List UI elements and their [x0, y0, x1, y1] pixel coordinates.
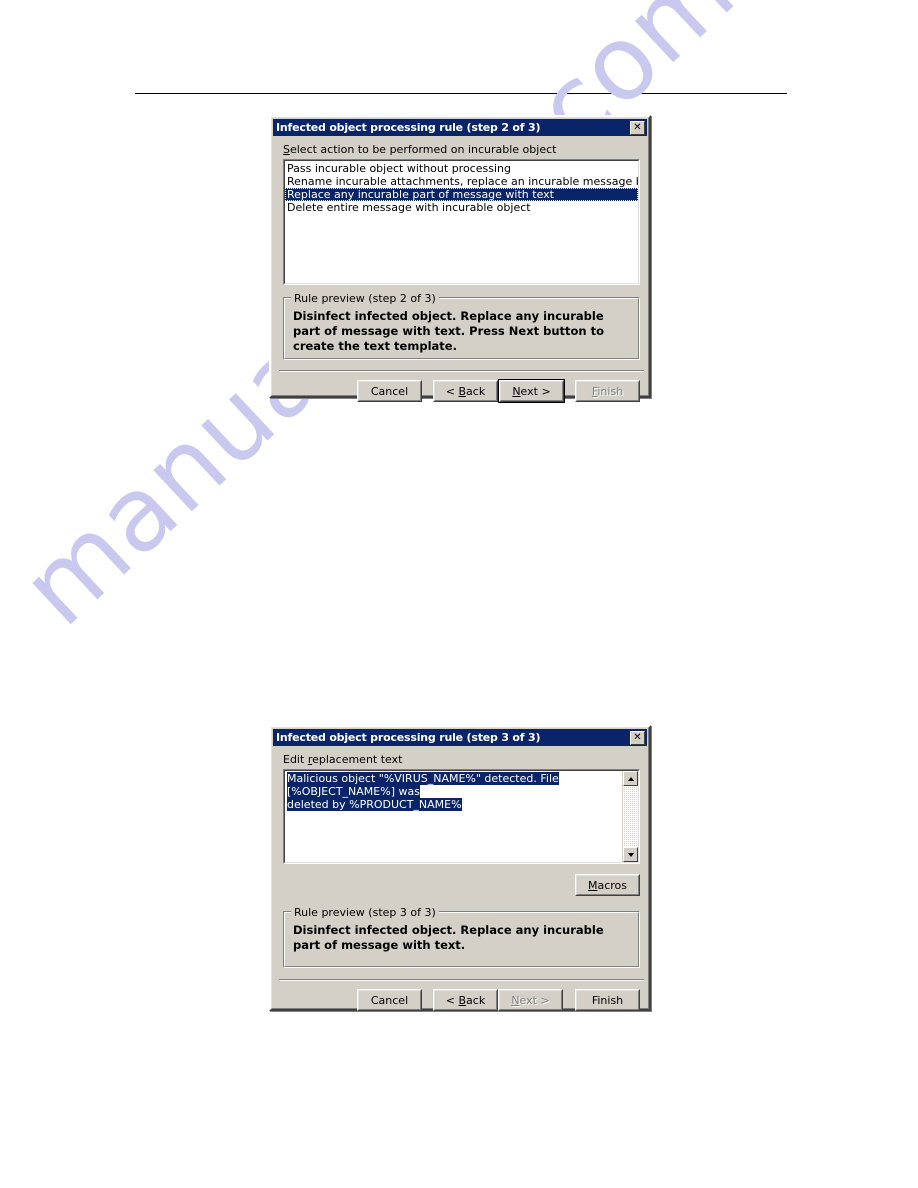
finish-button-label: Finish — [591, 384, 624, 398]
next-button: Next > — [498, 989, 563, 1011]
action-list-item[interactable]: Pass incurable object without processing — [285, 162, 638, 175]
dialog-step-3[interactable]: Infected object processing rule (step 3 … — [269, 725, 651, 1011]
back-button[interactable]: < Back — [433, 380, 498, 402]
next-button-label: Next > — [512, 384, 551, 398]
button-separator-step2 — [279, 370, 644, 372]
rule-preview-legend-step2: Rule preview (step 2 of 3) — [291, 292, 439, 305]
cancel-button-label: Cancel — [370, 993, 409, 1007]
macros-button-label: Macros — [587, 878, 628, 892]
finish-button: Finish — [575, 380, 640, 402]
cancel-button-label: Cancel — [370, 384, 409, 398]
cancel-button[interactable]: Cancel — [357, 989, 422, 1011]
action-list-label-text: elect action to be performed on incurabl… — [289, 143, 557, 156]
replacement-text-label-post: eplacement text — [312, 753, 403, 766]
dialog-step-3-body: Edit replacement text Malicious object "… — [273, 746, 647, 1011]
dialog-step-2[interactable]: Infected object processing rule (step 2 … — [269, 115, 651, 403]
close-icon[interactable]: ✕ — [630, 730, 645, 745]
replacement-text-label-pre: Edit — [283, 753, 308, 766]
action-listbox[interactable]: Pass incurable object without processing… — [283, 159, 640, 285]
cancel-button[interactable]: Cancel — [357, 380, 422, 402]
next-button-label: Next > — [511, 993, 550, 1007]
back-button-label: < Back — [445, 993, 486, 1007]
button-separator-step3 — [279, 979, 644, 981]
rule-preview-group-step3: Rule preview (step 3 of 3) Disinfect inf… — [283, 906, 640, 968]
rule-preview-text-step3: Disinfect infected object. Replace any i… — [293, 923, 604, 952]
dialog-step-3-titlebar[interactable]: Infected object processing rule (step 3 … — [273, 729, 647, 746]
replacement-text-label: Edit replacement text — [283, 753, 402, 766]
dialog-step-2-titlebar[interactable]: Infected object processing rule (step 2 … — [273, 119, 647, 136]
replacement-text-inner: Malicious object "%VIRUS_NAME%" detected… — [284, 770, 639, 863]
replacement-text-line-2: deleted by %PRODUCT_NAME% — [287, 798, 462, 811]
close-icon[interactable]: ✕ — [630, 120, 645, 135]
next-button[interactable]: Next > — [498, 379, 565, 403]
action-listbox-items[interactable]: Pass incurable object without processing… — [285, 161, 638, 214]
scroll-up-arrow-icon[interactable] — [623, 771, 638, 786]
back-button-label: < Back — [445, 384, 486, 398]
action-list-item[interactable]: Rename incurable attachments, replace an… — [285, 175, 638, 188]
finish-button[interactable]: Finish — [575, 989, 640, 1011]
replacement-text-scrollbar[interactable] — [622, 771, 638, 862]
back-button[interactable]: < Back — [433, 989, 498, 1011]
dialog-step-3-title: Infected object processing rule (step 3 … — [276, 730, 541, 744]
page-header-rule — [135, 93, 787, 94]
action-list-item[interactable]: Delete entire message with incurable obj… — [285, 201, 638, 214]
finish-button-label: Finish — [591, 993, 624, 1007]
action-list-label: Select action to be performed on incurab… — [283, 143, 556, 156]
action-list-item[interactable]: Replace any incurable part of message wi… — [285, 188, 638, 201]
action-list-label-accel: S — [283, 143, 290, 156]
rule-preview-text-step2: Disinfect infected object. Replace any i… — [293, 309, 605, 353]
rule-preview-group-step2: Rule preview (step 2 of 3) Disinfect inf… — [283, 292, 640, 360]
dialog-step-2-body: Select action to be performed on incurab… — [273, 136, 647, 403]
dialog-step-2-title: Infected object processing rule (step 2 … — [276, 120, 541, 134]
macros-button[interactable]: Macros — [575, 874, 640, 896]
rule-preview-legend-step3: Rule preview (step 3 of 3) — [291, 906, 439, 919]
replacement-text-value[interactable]: Malicious object "%VIRUS_NAME%" detected… — [285, 771, 621, 812]
scroll-down-arrow-icon[interactable] — [623, 847, 638, 862]
replacement-text-input[interactable]: Malicious object "%VIRUS_NAME%" detected… — [283, 769, 640, 864]
action-listbox-inner: Pass incurable object without processing… — [284, 160, 639, 284]
replacement-text-line-1: Malicious object "%VIRUS_NAME%" detected… — [287, 772, 559, 798]
